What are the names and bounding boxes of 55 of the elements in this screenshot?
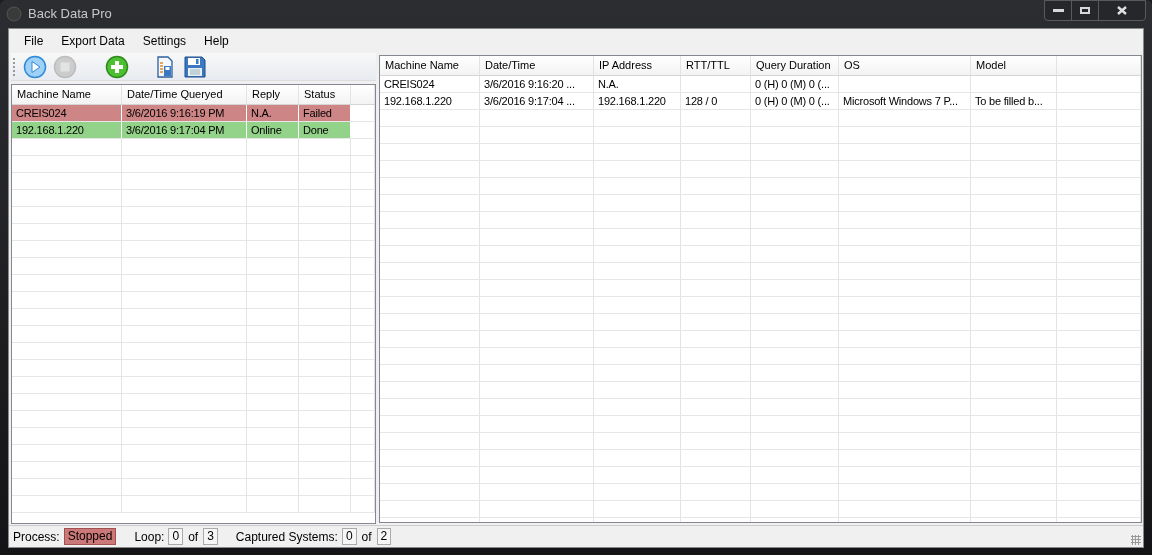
column-header[interactable]: Date/Time Queryed bbox=[122, 85, 247, 104]
plus-icon bbox=[105, 54, 129, 79]
table-cell: 128 / 0 bbox=[681, 93, 751, 109]
loop-total: 3 bbox=[203, 528, 218, 545]
table-cell: CREIS024 bbox=[380, 76, 480, 92]
table-row[interactable]: CREIS024 3/6/2016 9:16:19 PM N.A. Failed bbox=[12, 105, 375, 122]
plus-button[interactable] bbox=[104, 53, 130, 80]
status-label: Process: bbox=[13, 528, 60, 546]
table-row[interactable]: 192.168.1.220 3/6/2016 9:17:04 PM Online Done bbox=[12, 122, 375, 139]
menu-item[interactable]: File bbox=[15, 31, 53, 51]
status-label: Captured Systems: bbox=[235, 528, 338, 546]
column-header[interactable]: Reply bbox=[247, 85, 299, 104]
table-cell: 3/6/2016 9:16:20 ... bbox=[480, 76, 594, 92]
menu-item[interactable]: Export Data bbox=[52, 31, 134, 51]
table-cell: N.A. bbox=[247, 105, 299, 121]
status-label: of bbox=[361, 528, 372, 546]
play-button[interactable] bbox=[22, 53, 48, 80]
column-header[interactable]: Model bbox=[971, 56, 1057, 75]
menu-item[interactable]: Help bbox=[195, 31, 238, 51]
play-icon bbox=[23, 54, 47, 79]
app-icon bbox=[6, 6, 22, 22]
table-cell: 3/6/2016 9:17:04 PM bbox=[122, 122, 247, 138]
maximize-icon bbox=[1080, 7, 1090, 14]
column-header[interactable]: Status bbox=[299, 85, 351, 104]
column-header[interactable]: IP Address bbox=[594, 56, 681, 75]
window-title: Back Data Pro bbox=[28, 5, 112, 24]
table-cell: Online bbox=[247, 122, 299, 138]
table-cell: 192.168.1.220 bbox=[12, 122, 122, 138]
table-cell: To be filled b... bbox=[971, 93, 1057, 109]
table-cell: 192.168.1.220 bbox=[380, 93, 480, 109]
floppy-disk-button[interactable] bbox=[182, 53, 208, 80]
table-cell: 3/6/2016 9:17:04 ... bbox=[480, 93, 594, 109]
captured-count: 0 bbox=[341, 528, 357, 545]
column-header[interactable]: Machine Name bbox=[12, 85, 122, 104]
table-cell: Microsoft Windows 7 P... bbox=[839, 93, 971, 109]
table-cell: 0 (H) 0 (M) 0 (... bbox=[751, 93, 839, 109]
column-header[interactable]: Date/Time bbox=[480, 56, 594, 75]
column-header[interactable]: RTT/TTL bbox=[681, 56, 751, 75]
resize-grip-icon[interactable] bbox=[1131, 535, 1141, 545]
captured-total: 2 bbox=[376, 528, 392, 545]
table-cell: CREIS024 bbox=[12, 105, 122, 121]
menu-item[interactable]: Settings bbox=[133, 31, 196, 51]
status-label: Loop: bbox=[134, 528, 165, 546]
column-header[interactable]: Query Duration bbox=[751, 56, 839, 75]
close-icon bbox=[1117, 6, 1127, 15]
loop-count: 0 bbox=[168, 528, 184, 545]
table-cell: 0 (H) 0 (M) 0 (... bbox=[751, 76, 839, 92]
table-cell: 192.168.1.220 bbox=[594, 93, 681, 109]
table-cell: N.A. bbox=[594, 76, 681, 92]
status-label: of bbox=[188, 528, 199, 546]
process-state: Stopped bbox=[63, 528, 117, 545]
minimize-icon bbox=[1052, 9, 1064, 12]
column-header[interactable]: Machine Name bbox=[380, 56, 480, 75]
table-cell: 3/6/2016 9:16:19 PM bbox=[122, 105, 247, 121]
column-header[interactable]: OS bbox=[839, 56, 971, 75]
